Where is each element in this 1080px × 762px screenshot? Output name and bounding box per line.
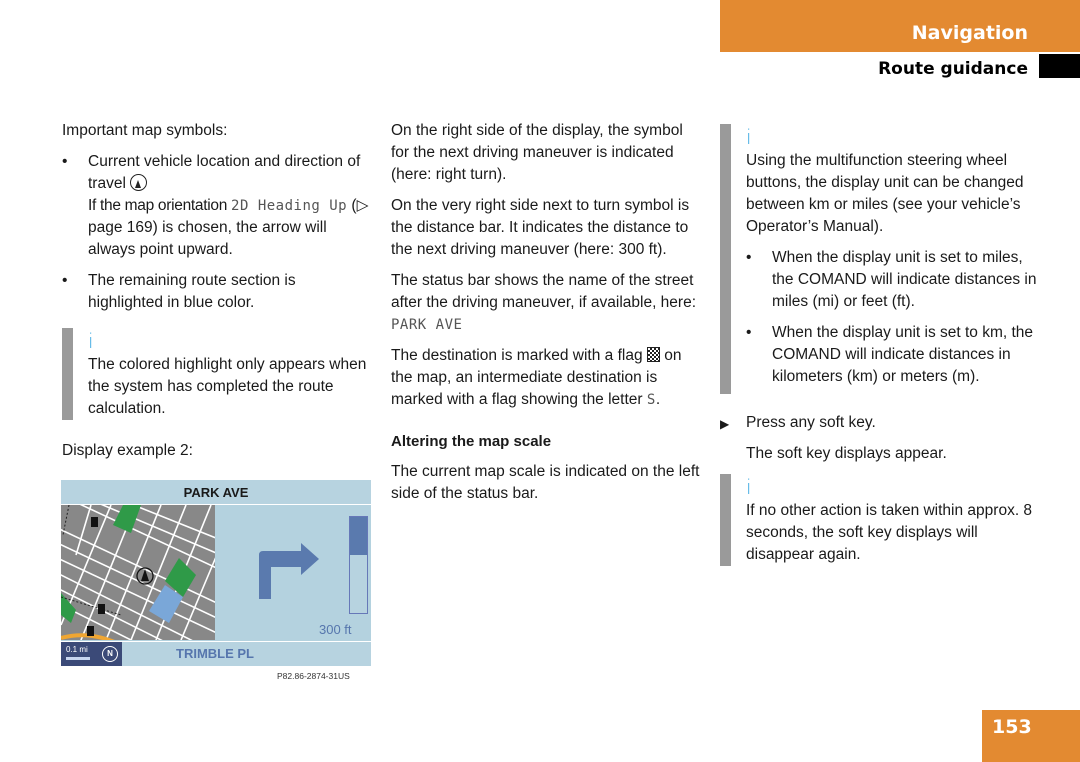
info-icon: i [746, 125, 752, 149]
bullet-dot: • [746, 324, 752, 341]
next-street-name: TRIMBLE PL [176, 646, 254, 661]
info-bar [62, 328, 73, 420]
bullet-dot: • [62, 153, 68, 170]
column-1: Important map symbols: • Current vehicle… [62, 120, 372, 471]
info-note: i The colored highlight only appears whe… [62, 328, 372, 420]
info-text: The colored highlight only appears when … [88, 356, 367, 417]
text: The destination is marked with a flag [391, 347, 647, 364]
bullet-text: The remaining route section is highlight… [88, 272, 296, 311]
subheading-map-scale: Altering the map scale [391, 433, 552, 450]
paragraph-destination-flag: The destination is marked with a flag on… [391, 345, 701, 411]
paragraph-status-bar: The status bar shows the name of the str… [391, 270, 701, 336]
info-icon: i [746, 475, 752, 499]
subsection-title: Route guidance [878, 59, 1028, 79]
info-bar [720, 474, 731, 566]
vehicle-position-icon [130, 174, 148, 191]
bullet-dot: • [62, 272, 68, 289]
distance-bar [349, 516, 368, 614]
display-example-label: Display example 2: [62, 442, 193, 459]
bullet-route-highlight: • The remaining route section is highlig… [62, 270, 372, 314]
map-streets [61, 505, 215, 640]
display-text-s: S [646, 392, 656, 408]
step-arrow-icon: ▶ [720, 417, 730, 431]
bullet-km: • When the display unit is set to km, th… [746, 322, 1040, 394]
bullet-miles: • When the display unit is set to miles,… [746, 247, 1040, 313]
map-scale-text: 0.1 mi [66, 645, 88, 654]
step-press-soft-key: ▶ Press any soft key. [720, 412, 1040, 434]
distance-bar-fill [350, 517, 367, 556]
bullet-text: When the display unit is set to km, the … [772, 324, 1034, 385]
map-scale-line [66, 657, 90, 660]
info-note-display-unit: i Using the multifunction steering wheel… [720, 124, 1040, 394]
bullet-text: When the display unit is set to miles, t… [772, 249, 1037, 310]
checkered-flag-icon [646, 347, 660, 362]
info-text: Using the multifunction steering wheel b… [746, 152, 1024, 235]
section-title: Navigation [911, 22, 1028, 44]
page-number: 153 [992, 716, 1032, 738]
column-2: On the right side of the display, the sy… [391, 120, 701, 514]
display-text-park-ave: PARK AVE [391, 317, 463, 333]
info-icon: i [88, 329, 94, 353]
info-bar [720, 124, 731, 394]
paragraph-map-scale: The current map scale is indicated on th… [391, 463, 700, 502]
map-scale-box: 0.1 mi N [61, 642, 122, 666]
step-result: The soft key displays appear. [746, 445, 947, 462]
text: . [655, 391, 661, 408]
current-street-bar: PARK AVE [61, 480, 371, 505]
status-bar: 0.1 mi N TRIMBLE PL [61, 641, 371, 666]
bullet-text-pre: If the map orientation [88, 197, 232, 214]
maneuver-panel [215, 505, 371, 640]
page-number-tab: 153 [982, 710, 1080, 762]
display-text-heading-up: 2D Heading Up [231, 198, 348, 214]
right-turn-arrow-icon [259, 543, 319, 599]
north-compass-icon: N [102, 646, 118, 662]
info-text: If no other action is taken within appro… [746, 502, 1033, 563]
intro-text: Important map symbols: [62, 122, 228, 139]
bullet-vehicle-location: • Current vehicle location and direction… [62, 151, 372, 261]
bullet-dot: • [746, 249, 752, 266]
distance-readout: 300 ft [319, 622, 352, 637]
header-marker-block [1039, 54, 1080, 78]
navigation-display: PARK AVE 300 ft 0.1 mi N TRIMBLE PL [61, 480, 371, 666]
step-text: Press any soft key. [746, 414, 876, 431]
vehicle-position-marker [136, 567, 154, 585]
paragraph-maneuver-symbol: On the right side of the display, the sy… [391, 122, 683, 183]
bullet-text: Current vehicle location and direction o… [88, 153, 361, 192]
column-3: i Using the multifunction steering wheel… [720, 124, 1040, 578]
text: The status bar shows the name of the str… [391, 272, 697, 311]
info-note-soft-keys: i If no other action is taken within app… [720, 474, 1040, 566]
paragraph-distance-bar: On the very right side next to turn symb… [391, 197, 690, 258]
map-view [61, 505, 215, 640]
figure-code: P82.86-2874-31US [277, 671, 350, 681]
